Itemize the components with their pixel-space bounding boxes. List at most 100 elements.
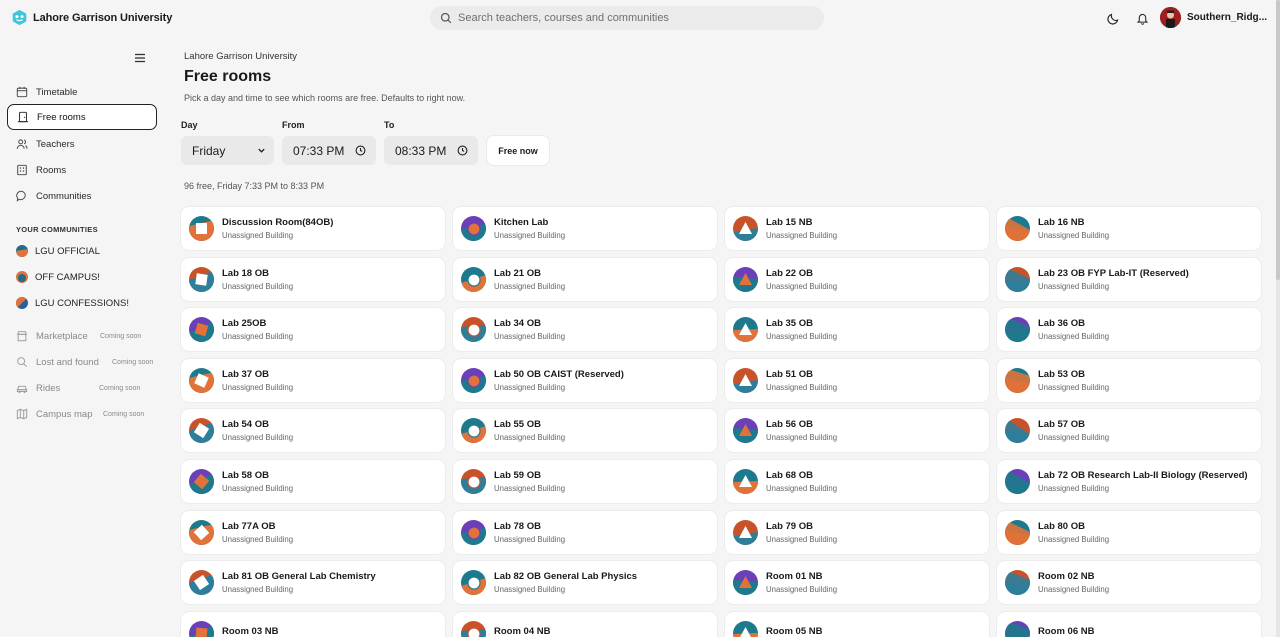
community-item[interactable]: LGU CONFESSIONS! [16,296,129,310]
room-card[interactable]: Lab 54 OB Unassigned Building [181,409,445,453]
room-building: Unassigned Building [766,332,838,342]
room-card[interactable]: Lab 15 NB Unassigned Building [725,207,989,250]
room-name: Lab 22 OB [766,267,813,279]
room-card[interactable]: Lab 82 OB General Lab Physics Unassigned… [453,561,717,605]
room-card[interactable]: Lab 23 OB FYP Lab-IT (Reserved) Unassign… [997,257,1261,301]
room-name: Lab 15 NB [766,217,813,228]
room-name: Lab 50 OB CAIST (Reserved) [494,368,624,380]
clock-icon[interactable] [355,145,366,156]
room-name: Room 02 NB [1038,571,1095,583]
room-card[interactable]: Lab 55 OB Unassigned Building [453,409,717,453]
day-select[interactable]: Friday [181,136,274,165]
room-card[interactable]: Room 03 NB [181,611,445,637]
user-menu[interactable]: Southern_Ridg... [1160,7,1267,28]
search-input[interactable] [458,12,798,24]
room-card[interactable]: Lab 79 OB Unassigned Building [725,510,989,554]
room-card[interactable]: Lab 72 OB Research Lab-II Biology (Reser… [997,460,1261,503]
room-building: Unassigned Building [222,332,294,342]
room-card[interactable]: Kitchen Lab Unassigned Building [453,207,717,250]
search-icon [440,12,452,24]
sidebar-item-communities[interactable]: Communities [7,183,157,209]
room-card[interactable]: Lab 77A OB Unassigned Building [181,510,445,554]
day-label: Day [181,120,198,130]
room-card[interactable]: Lab 22 OB Unassigned Building [725,257,989,301]
room-card[interactable]: Lab 80 OB Unassigned Building [997,510,1261,554]
room-card[interactable]: Lab 51 OB Unassigned Building [725,358,989,402]
menu-icon[interactable] [133,51,147,65]
room-card[interactable]: Lab 58 OB Unassigned Building [181,460,445,503]
sidebar-item-campus-map: Campus map Coming soon [16,408,161,420]
door-icon [17,111,29,123]
to-time-input[interactable]: 08:33 PM [384,136,478,165]
room-card[interactable]: Lab 53 OB Unassigned Building [997,358,1261,402]
room-card[interactable]: Lab 25OB Unassigned Building [181,308,445,352]
room-building: Unassigned Building [1038,281,1110,291]
marketplace-label: Marketplace [36,330,88,342]
room-building: Unassigned Building [766,382,838,392]
community-item[interactable]: OFF CAMPUS! [16,270,100,284]
room-card[interactable]: Lab 57 OB Unassigned Building [997,409,1261,453]
room-card[interactable]: Lab 81 OB General Lab Chemistry Unassign… [181,561,445,605]
coming-soon-badge: Coming soon [99,384,141,392]
room-avatar-icon [189,367,214,393]
scrollbar-thumb[interactable] [1276,0,1280,280]
breadcrumb[interactable]: Lahore Garrison University [184,51,297,62]
coming-soon-badge: Coming soon [103,410,145,418]
map-icon [16,408,28,420]
room-card[interactable]: Lab 18 OB Unassigned Building [181,257,445,301]
room-card[interactable]: Lab 68 OB Unassigned Building [725,460,989,503]
sidebar-item-rooms[interactable]: Rooms [7,157,157,183]
room-card[interactable]: Room 04 NB [453,611,717,637]
room-building: Unassigned Building [494,281,566,291]
room-name: Lab 55 OB [494,419,541,431]
to-label: To [384,120,395,130]
room-card[interactable]: Lab 78 OB Unassigned Building [453,510,717,554]
users-icon [16,139,28,149]
sidebar-item-teachers[interactable]: Teachers [7,131,157,157]
room-name: Lab 68 OB [766,470,813,481]
scrollbar[interactable] [1276,0,1280,637]
brand[interactable]: Lahore Garrison University [11,9,172,26]
room-card[interactable]: Lab 34 OB Unassigned Building [453,308,717,352]
room-name: Lab 34 OB [494,318,541,330]
room-avatar-icon [733,367,758,393]
room-card[interactable]: Lab 36 OB Unassigned Building [997,308,1261,352]
lost-and-found-label: Lost and found [36,356,99,368]
dark-mode-toggle[interactable] [1105,10,1121,26]
room-card[interactable]: Lab 59 OB Unassigned Building [453,460,717,503]
room-building: Unassigned Building [1038,231,1110,240]
room-card[interactable]: Room 06 NB [997,611,1261,637]
notifications-button[interactable] [1134,10,1150,26]
search-bar[interactable] [430,6,824,30]
room-building: Unassigned Building [494,231,566,240]
community-avatar-icon [16,245,28,257]
room-avatar-icon [1005,620,1030,637]
communities-section-title: YOUR COMMUNITIES [16,225,98,234]
room-card[interactable]: Lab 21 OB Unassigned Building [453,257,717,301]
room-card[interactable]: Room 01 NB Unassigned Building [725,561,989,605]
page-subtitle: Pick a day and time to see which rooms a… [184,93,466,103]
building-icon [17,164,27,176]
room-name: Lab 80 OB [1038,520,1085,532]
sidebar-item-timetable[interactable]: Timetable [7,79,157,105]
room-name: Kitchen Lab [494,217,549,228]
room-card[interactable]: Lab 37 OB Unassigned Building [181,358,445,402]
room-avatar-icon [733,317,758,343]
community-item[interactable]: LGU OFFICIAL [16,244,100,258]
room-card[interactable]: Lab 16 NB Unassigned Building [997,207,1261,250]
room-card[interactable]: Discussion Room(84OB) Unassigned Buildin… [181,207,445,250]
room-card[interactable]: Lab 56 OB Unassigned Building [725,409,989,453]
room-card[interactable]: Room 02 NB Unassigned Building [997,561,1261,605]
from-time-input[interactable]: 07:33 PM [282,136,376,165]
room-card[interactable]: Room 05 NB [725,611,989,637]
clock-icon[interactable] [457,145,468,156]
room-avatar-icon [733,266,758,292]
sidebar-item-free-rooms[interactable]: Free rooms [7,104,157,130]
room-building: Unassigned Building [1038,433,1110,443]
free-now-button[interactable]: Free now [487,136,549,165]
room-card[interactable]: Lab 35 OB Unassigned Building [725,308,989,352]
room-avatar-icon [189,418,214,444]
sidebar-item-rides: Rides Coming soon [16,382,161,394]
room-avatar-icon [461,266,486,292]
room-card[interactable]: Lab 50 OB CAIST (Reserved) Unassigned Bu… [453,358,717,402]
